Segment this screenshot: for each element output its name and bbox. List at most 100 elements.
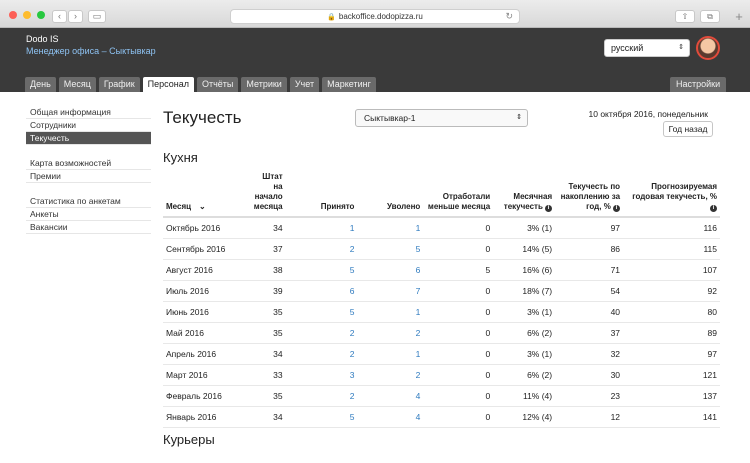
tab-item[interactable]: День [25, 77, 56, 92]
sidebar-toggle-icon[interactable]: ▭ [88, 10, 106, 23]
monthly-turnover-cell: 14% (5) [493, 238, 556, 260]
accumulated-cell: 12 [555, 406, 624, 428]
col-staff: Штат на начало месяца [250, 172, 286, 218]
col-accumulated: Текучесть по накоплению за год, % i [555, 172, 624, 218]
table-row: Февраль 2016 35 2 4 0 11% (4) 23 137 [163, 385, 720, 407]
fired-link[interactable]: 1 [357, 343, 424, 365]
tab-item[interactable]: Маркетинг [322, 77, 376, 92]
forecast-cell: 92 [623, 280, 720, 302]
col-month[interactable]: Месяц ⌄ [163, 172, 251, 218]
hired-link[interactable]: 2 [285, 322, 358, 344]
forecast-cell: 121 [623, 364, 720, 386]
current-date: 10 октября 2016, понедельник [588, 109, 708, 119]
fired-link[interactable]: 2 [357, 364, 424, 386]
info-icon[interactable]: i [613, 205, 621, 212]
tab-item[interactable]: Отчёты [196, 77, 239, 92]
sidebar-item[interactable]: Вакансии [26, 221, 151, 234]
fired-link[interactable]: 7 [357, 280, 424, 302]
select-arrows-icon: ⇕ [516, 114, 522, 121]
sidebar-item[interactable]: Карта возможностей [26, 157, 151, 170]
reload-icon[interactable]: ↻ [505, 10, 513, 23]
tab-item[interactable]: Метрики [241, 77, 287, 92]
sidebar-item[interactable]: Статистика по анкетам [26, 195, 151, 208]
language-select[interactable]: русский ⇕ [604, 39, 690, 57]
staff-cell: 37 [250, 238, 286, 260]
office-link[interactable]: Менеджер офиса – Сыктывкар [26, 46, 156, 56]
table-row: Январь 2016 34 5 4 0 12% (4) 12 141 [163, 406, 720, 428]
fired-link[interactable]: 1 [357, 217, 424, 239]
hired-link[interactable]: 6 [285, 280, 358, 302]
hired-link[interactable]: 5 [285, 259, 358, 281]
fired-link[interactable]: 5 [357, 238, 424, 260]
fired-link[interactable]: 4 [357, 406, 424, 428]
forecast-cell: 97 [623, 343, 720, 365]
col-monthly: Месячная текучесть i [493, 172, 556, 218]
forward-nav-icon[interactable]: › [68, 10, 83, 23]
avatar[interactable] [696, 36, 720, 60]
sidebar-item[interactable]: Текучесть [26, 132, 151, 145]
col-hired: Принято [285, 172, 358, 218]
tab-item[interactable]: Месяц [58, 77, 96, 92]
hired-link[interactable]: 2 [285, 238, 358, 260]
month-cell: Май 2016 [163, 322, 251, 344]
worked-less-cell: 0 [423, 343, 494, 365]
fired-link[interactable]: 6 [357, 259, 424, 281]
minimize-window-button[interactable] [23, 11, 31, 19]
language-value: русский [611, 43, 644, 53]
monthly-turnover-cell: 16% (6) [493, 259, 556, 281]
sidebar-item[interactable]: Анкеты [26, 208, 151, 221]
forecast-cell: 80 [623, 301, 720, 323]
select-arrows-icon: ⇕ [678, 44, 684, 51]
address-bar[interactable]: 🔒 backoffice.dodopizza.ru ↻ [230, 9, 520, 24]
section-couriers-title: Курьеры [163, 432, 215, 447]
tab-item[interactable]: График [98, 77, 140, 92]
staff-cell: 39 [250, 280, 286, 302]
hired-link[interactable]: 5 [285, 301, 358, 323]
settings-tab[interactable]: Настройки [670, 77, 727, 92]
month-cell: Март 2016 [163, 364, 251, 386]
zoom-window-button[interactable] [37, 11, 45, 19]
sidebar-item[interactable]: Премии [26, 170, 151, 183]
sidebar-item[interactable]: Сотрудники [26, 119, 151, 132]
monthly-turnover-cell: 6% (2) [493, 364, 556, 386]
fired-link[interactable]: 2 [357, 322, 424, 344]
table-row: Июль 2016 39 6 7 0 18% (7) 54 92 [163, 280, 720, 302]
table-row: Октябрь 2016 34 1 1 0 3% (1) 97 116 [163, 217, 720, 239]
table-row: Май 2016 35 2 2 0 6% (2) 37 89 [163, 322, 720, 344]
month-cell: Апрель 2016 [163, 343, 251, 365]
main-tabs: День Месяц График Персонал Отчёты Метрики Учет… [25, 77, 376, 92]
sidebar-item[interactable]: Общая информация [26, 106, 151, 119]
close-window-button[interactable] [9, 11, 17, 19]
fired-link[interactable]: 4 [357, 385, 424, 407]
hired-link[interactable]: 2 [285, 385, 358, 407]
hired-link[interactable]: 2 [285, 343, 358, 365]
accumulated-cell: 40 [555, 301, 624, 323]
col-forecast: Прогнозируемая годовая текучесть, % i [623, 172, 720, 218]
month-cell: Февраль 2016 [163, 385, 251, 407]
back-nav-icon[interactable]: ‹ [52, 10, 67, 23]
hired-link[interactable]: 5 [285, 406, 358, 428]
tabs-overview-icon[interactable]: ⧉ [700, 10, 720, 23]
new-tab-icon[interactable]: + [732, 9, 746, 24]
hired-link[interactable]: 1 [285, 217, 358, 239]
accumulated-cell: 23 [555, 385, 624, 407]
year-back-button[interactable]: Год назад [663, 121, 713, 137]
tab-item[interactable]: Персонал [142, 77, 194, 92]
monthly-turnover-cell: 3% (1) [493, 217, 556, 239]
tab-item[interactable]: Учет [289, 77, 320, 92]
fired-link[interactable]: 1 [357, 301, 424, 323]
sort-chevron-icon[interactable]: ⌄ [199, 202, 206, 211]
hired-link[interactable]: 3 [285, 364, 358, 386]
info-icon[interactable]: i [545, 205, 553, 212]
table-row: Март 2016 33 3 2 0 6% (2) 30 121 [163, 364, 720, 386]
forecast-cell: 115 [623, 238, 720, 260]
forecast-cell: 89 [623, 322, 720, 344]
accumulated-cell: 37 [555, 322, 624, 344]
month-cell: Сентябрь 2016 [163, 238, 251, 260]
monthly-turnover-cell: 11% (4) [493, 385, 556, 407]
info-icon[interactable]: i [710, 205, 717, 212]
city-select[interactable]: Сыктывкар-1 ⇕ [355, 109, 528, 127]
staff-cell: 35 [250, 322, 286, 344]
share-icon[interactable]: ⇧ [675, 10, 695, 23]
worked-less-cell: 5 [423, 259, 494, 281]
